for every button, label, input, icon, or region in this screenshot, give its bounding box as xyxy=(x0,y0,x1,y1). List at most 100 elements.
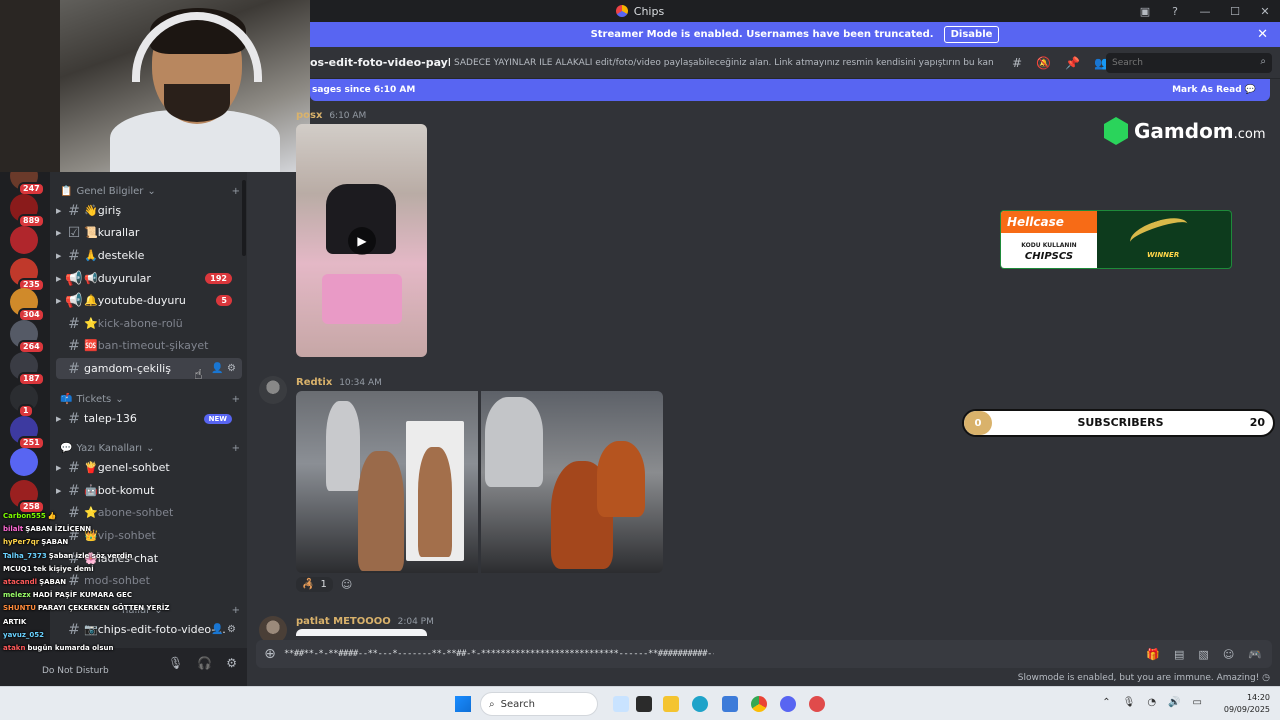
maximize-button[interactable]: ☐ xyxy=(1220,5,1250,18)
channel-item[interactable]: # 🆘ban-timeout-şikayet xyxy=(56,335,242,356)
search-input[interactable] xyxy=(1106,53,1272,73)
message-username[interactable]: posx xyxy=(296,110,322,121)
channel-item[interactable]: # gamdom-çekiliş 👤 ⚙ xyxy=(56,358,242,379)
widgets-icon[interactable] xyxy=(613,696,629,712)
play-icon[interactable]: ▶ xyxy=(348,227,376,255)
channel-item[interactable]: ▶ ☑ 📜kurallar xyxy=(56,222,242,243)
channel-item[interactable]: ▶ # talep-136 NEW xyxy=(56,408,242,429)
reaction-button[interactable]: 🦂 1 xyxy=(296,577,333,592)
add-channel-icon[interactable]: + xyxy=(232,394,240,405)
minimize-button[interactable]: — xyxy=(1190,5,1220,18)
channel-hash-icon: # xyxy=(68,482,80,499)
channel-item[interactable]: # ⭐kick-abone-rolü xyxy=(56,313,242,334)
taskbar-clock[interactable]: 14:20 09/09/2025 xyxy=(1224,692,1270,716)
search-icon: ⌕ xyxy=(1260,56,1266,67)
add-channel-icon[interactable]: + xyxy=(232,605,240,616)
wifi-icon[interactable]: ◔ xyxy=(1147,697,1156,708)
stream-chat-line: bilalt ŞABAN İZLİCENN xyxy=(3,525,91,533)
message-username[interactable]: Redtix xyxy=(296,377,332,388)
channel-item[interactable]: ▶ # 🍟genel-sohbet xyxy=(56,457,242,478)
server-icon[interactable]: 1 xyxy=(10,384,38,418)
close-banner-icon[interactable]: ✕ xyxy=(1257,27,1268,42)
window-controls: ▣ ? — ☐ ✕ xyxy=(1130,0,1280,22)
server-icon[interactable] xyxy=(10,448,38,476)
server-icon[interactable]: 187 xyxy=(10,352,45,386)
message-username[interactable]: patlat METOOOO xyxy=(296,616,391,627)
channel-item[interactable]: ▶ 📢 📢duyurular 192 xyxy=(56,268,242,289)
mark-as-read-button[interactable]: Mark As Read 💬 xyxy=(1172,85,1256,95)
message-composer[interactable]: ⊕ **##**-*-**####--**---*-------**-**##-… xyxy=(256,640,1272,668)
close-button[interactable]: ✕ xyxy=(1250,5,1280,18)
threads-icon[interactable]: # xyxy=(1012,56,1022,70)
video-thumbnail-shorts xyxy=(322,274,402,324)
message-video-attachment[interactable]: ▶ xyxy=(296,124,427,357)
inbox-icon[interactable]: ▣ xyxy=(1130,5,1160,18)
expand-arrow-icon: ▶ xyxy=(56,206,62,215)
add-channel-icon[interactable]: + xyxy=(232,186,240,197)
volume-icon[interactable]: 🔊 xyxy=(1168,697,1180,708)
expand-arrow-icon: ▶ xyxy=(56,251,62,260)
category-yazi[interactable]: 💬 Yazı Kanalları ⌄ + xyxy=(60,443,240,454)
channel-item[interactable]: ▶ # 🙏destekle xyxy=(56,245,242,266)
add-channel-icon[interactable]: + xyxy=(232,443,240,454)
new-messages-bar[interactable]: sages since 6:10 AM Mark As Read 💬 xyxy=(310,79,1270,101)
gamdom-tld: .com xyxy=(1233,127,1266,142)
category-icon: 💬 xyxy=(60,443,73,454)
channel-hash-icon: ☑ xyxy=(67,224,81,241)
server-icon[interactable]: 889 xyxy=(10,194,45,228)
stream-chat-text: ŞABAN İZLİCENN xyxy=(25,525,92,534)
chevron-down-icon: ⌄ xyxy=(115,394,124,405)
sticker-icon[interactable]: ▧ xyxy=(1198,648,1208,661)
avatar[interactable] xyxy=(259,376,287,404)
figure-man xyxy=(358,451,404,571)
notifications-muted-icon[interactable]: 🔕 xyxy=(1036,56,1051,70)
microphone-icon[interactable]: 🎙 xyxy=(1123,697,1136,708)
channel-item[interactable]: ▶ # 👋giriş xyxy=(56,200,242,221)
channel-item[interactable]: ▶ # 🤖bot-komut xyxy=(56,480,242,501)
server-icon[interactable]: 264 xyxy=(10,320,45,354)
battery-icon[interactable]: ▭ xyxy=(1193,697,1202,708)
task-view-icon[interactable] xyxy=(636,696,652,712)
composer-text[interactable]: **##**-*-**####--**---*-------**-**##-*-… xyxy=(284,649,714,659)
category-tickets[interactable]: 📫 Tickets ⌄ + xyxy=(60,394,240,405)
channel-label: 🤖bot-komut xyxy=(84,484,155,497)
help-icon[interactable]: ? xyxy=(1160,5,1190,18)
category-genel[interactable]: 📋 Genel Bilgiler ⌄ + xyxy=(60,186,240,197)
settings-gear-icon[interactable]: ⚙ xyxy=(226,656,237,670)
edge-icon[interactable] xyxy=(692,696,708,712)
server-icon[interactable]: 251 xyxy=(10,416,45,450)
figure-sculpture xyxy=(485,397,543,487)
message-image-attachment[interactable] xyxy=(296,629,427,636)
channel-topic[interactable]: SADECE YAYINLAR İLE ALAKALI edit/foto/vi… xyxy=(454,58,994,68)
tray-chevron-icon[interactable]: ⌃ xyxy=(1102,697,1110,708)
gift-icon[interactable]: 🎁 xyxy=(1146,648,1160,661)
discord-icon[interactable] xyxy=(780,696,796,712)
category-label: Tickets xyxy=(76,394,112,405)
store-icon[interactable] xyxy=(722,696,738,712)
taskbar-search[interactable]: ⌕ Search xyxy=(480,692,598,716)
add-reaction-icon[interactable]: ☺ xyxy=(341,578,352,591)
stream-chat-text: tek kişiye demi xyxy=(33,564,94,573)
message-header: Redtix 10:34 AM xyxy=(296,377,382,388)
channel-settings-icon[interactable]: 👤 ⚙ xyxy=(211,624,236,635)
message-image-attachment[interactable] xyxy=(296,391,478,573)
disable-streamer-button[interactable]: Disable xyxy=(943,26,1000,43)
emoji-icon[interactable]: ☺ xyxy=(1223,648,1234,661)
channel-item[interactable]: ▶ 📢 🔔youtube-duyuru 5 xyxy=(56,290,242,311)
server-icon[interactable]: 235 xyxy=(10,258,45,292)
category-icon: 📋 xyxy=(60,186,73,197)
windows-start-icon[interactable] xyxy=(455,696,471,712)
channel-scrollbar[interactable] xyxy=(242,180,246,256)
pin-icon[interactable]: 📌 xyxy=(1065,56,1080,70)
app-icon[interactable] xyxy=(809,696,825,712)
message-image-attachment[interactable] xyxy=(481,391,663,573)
add-attachment-icon[interactable]: ⊕ xyxy=(256,646,284,662)
server-icon[interactable] xyxy=(10,226,38,254)
chrome-icon[interactable] xyxy=(751,696,767,712)
channel-settings-icon[interactable]: 👤 ⚙ xyxy=(211,363,236,374)
server-icon[interactable]: 304 xyxy=(10,288,45,322)
channel-label: 👋giriş xyxy=(84,204,122,217)
apps-icon[interactable]: 🎮 xyxy=(1248,648,1262,661)
file-explorer-icon[interactable] xyxy=(663,696,679,712)
gif-icon[interactable]: ▤ xyxy=(1174,648,1184,661)
